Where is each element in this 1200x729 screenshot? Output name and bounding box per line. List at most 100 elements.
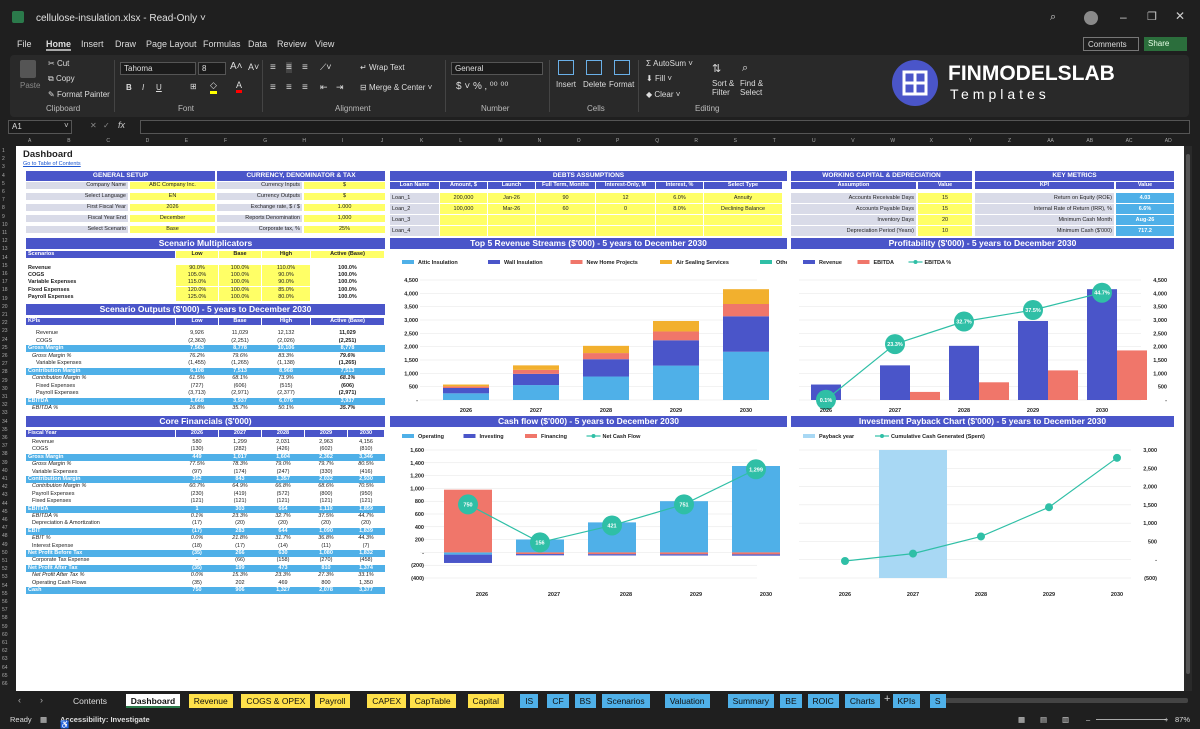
- underline-icon[interactable]: U: [156, 83, 162, 92]
- autosum-button[interactable]: Σ AutoSum ˅: [646, 59, 693, 68]
- tab-cogs-opex[interactable]: COGS & OPEX: [241, 694, 311, 708]
- row-header[interactable]: 12: [2, 238, 8, 244]
- bold-icon[interactable]: B: [126, 83, 132, 92]
- zoom-slider[interactable]: [1096, 719, 1166, 720]
- row-header[interactable]: 66: [2, 681, 8, 687]
- debts-cell[interactable]: [704, 215, 782, 225]
- scen-mult-cell[interactable]: 105.0%: [176, 272, 218, 280]
- scen-mult-cell[interactable]: 120.0%: [176, 286, 218, 294]
- wc-value-input[interactable]: 15: [918, 204, 972, 214]
- menu-file[interactable]: File: [17, 39, 32, 49]
- column-header[interactable]: O: [577, 138, 581, 144]
- column-header[interactable]: F: [224, 138, 227, 144]
- column-header[interactable]: J: [381, 138, 384, 144]
- row-header[interactable]: 1: [2, 148, 5, 154]
- restore-icon[interactable]: ❐: [1147, 10, 1157, 23]
- scen-mult-cell[interactable]: 80.0%: [262, 293, 310, 301]
- column-header[interactable]: D: [146, 138, 150, 144]
- tab-summary[interactable]: Summary: [727, 694, 774, 708]
- debts-cell[interactable]: [440, 215, 487, 225]
- scen-mult-cell[interactable]: 100.0%: [219, 279, 261, 287]
- row-header[interactable]: 20: [2, 304, 8, 310]
- align-right-icon[interactable]: ≡: [302, 82, 308, 93]
- row-header[interactable]: 56: [2, 599, 8, 605]
- row-header[interactable]: 51: [2, 558, 8, 564]
- comments-button[interactable]: Comments: [1083, 37, 1139, 51]
- row-header[interactable]: 18: [2, 287, 8, 293]
- row-header[interactable]: 15: [2, 263, 8, 269]
- row-header[interactable]: 27: [2, 361, 8, 367]
- tab-scenarios[interactable]: Scenarios: [601, 694, 650, 708]
- function-icon[interactable]: fx: [118, 120, 125, 130]
- setup-value-input[interactable]: EN: [130, 193, 215, 200]
- row-header[interactable]: 37: [2, 443, 8, 449]
- zoom-level[interactable]: 87%: [1175, 715, 1190, 724]
- row-header[interactable]: 31: [2, 394, 8, 400]
- orientation-icon[interactable]: ⟋˅: [320, 62, 332, 73]
- format-cells-icon[interactable]: [614, 60, 630, 75]
- column-header[interactable]: G: [263, 138, 267, 144]
- debts-cell[interactable]: [536, 226, 595, 236]
- column-header[interactable]: N: [538, 138, 542, 144]
- tab-dashboard[interactable]: Dashboard: [125, 694, 181, 708]
- row-header[interactable]: 53: [2, 574, 8, 580]
- row-header[interactable]: 2: [2, 156, 5, 162]
- column-header[interactable]: AC: [1126, 138, 1133, 144]
- currency-format-icon[interactable]: $ ˅ % ‚ ⁰⁰ ⁰⁰: [456, 81, 508, 92]
- font-size-select[interactable]: 8: [198, 62, 226, 75]
- column-header[interactable]: M: [498, 138, 502, 144]
- debts-cell[interactable]: 6.0%: [656, 193, 703, 203]
- row-header[interactable]: 59: [2, 624, 8, 630]
- row-header[interactable]: 42: [2, 484, 8, 490]
- normal-view-icon[interactable]: ▦: [1018, 715, 1025, 724]
- tab-scroll-left-icon[interactable]: ‹: [18, 695, 21, 705]
- tab-roic[interactable]: ROIC: [807, 694, 839, 708]
- menu-page-layout[interactable]: Page Layout: [146, 39, 197, 49]
- font-size-decrease-icon[interactable]: A˅: [248, 62, 259, 72]
- row-header[interactable]: 34: [2, 419, 8, 425]
- row-header[interactable]: 65: [2, 673, 8, 679]
- minimize-icon[interactable]: –: [1120, 10, 1127, 24]
- find-select-button[interactable]: Find & Select: [740, 79, 770, 97]
- row-header[interactable]: 3: [2, 164, 5, 170]
- column-header[interactable]: X: [930, 138, 933, 144]
- column-header[interactable]: AD: [1165, 138, 1172, 144]
- debts-cell[interactable]: 100,000: [440, 204, 487, 214]
- column-header[interactable]: H: [302, 138, 306, 144]
- row-header[interactable]: 26: [2, 353, 8, 359]
- add-sheet-icon[interactable]: +: [884, 693, 890, 705]
- currency-value-input[interactable]: 1,000: [304, 215, 385, 222]
- column-header[interactable]: AB: [1086, 138, 1093, 144]
- row-header[interactable]: 29: [2, 378, 8, 384]
- name-box-dropdown-icon[interactable]: ˅: [64, 121, 69, 130]
- scen-mult-cell[interactable]: 90.0%: [262, 272, 310, 280]
- row-header[interactable]: 54: [2, 583, 8, 589]
- row-header[interactable]: 57: [2, 607, 8, 613]
- tab-be[interactable]: BE: [780, 694, 802, 708]
- scen-mult-cell[interactable]: 110.0%: [262, 265, 310, 272]
- row-header[interactable]: 64: [2, 665, 8, 671]
- align-bottom-icon[interactable]: ≡: [302, 62, 308, 73]
- row-header[interactable]: 46: [2, 517, 8, 523]
- menu-formulas[interactable]: Formulas: [203, 39, 241, 49]
- tab-bs[interactable]: BS: [574, 694, 596, 708]
- debts-cell[interactable]: 8.0%: [656, 204, 703, 214]
- column-header[interactable]: P: [616, 138, 619, 144]
- column-header[interactable]: L: [459, 138, 462, 144]
- zoom-out-icon[interactable]: –: [1086, 715, 1090, 724]
- tab-capex[interactable]: CAPEX: [367, 694, 407, 708]
- row-header[interactable]: 47: [2, 525, 8, 531]
- row-header[interactable]: 60: [2, 632, 8, 638]
- tab-capital[interactable]: Capital: [467, 694, 504, 708]
- borders-icon[interactable]: ⊞: [190, 82, 197, 91]
- row-header[interactable]: 6: [2, 189, 5, 195]
- currency-value-input[interactable]: $: [304, 182, 385, 189]
- setup-value-input[interactable]: 2026: [130, 204, 215, 211]
- column-header[interactable]: B: [67, 138, 70, 144]
- close-icon[interactable]: ✕: [1175, 9, 1185, 23]
- tab-revenue[interactable]: Revenue: [188, 694, 233, 708]
- merge-center-button[interactable]: ⊟ Merge & Center ˅: [360, 83, 432, 92]
- formula-input[interactable]: [140, 120, 1190, 134]
- column-header[interactable]: T: [773, 138, 776, 144]
- debts-cell[interactable]: [536, 215, 595, 225]
